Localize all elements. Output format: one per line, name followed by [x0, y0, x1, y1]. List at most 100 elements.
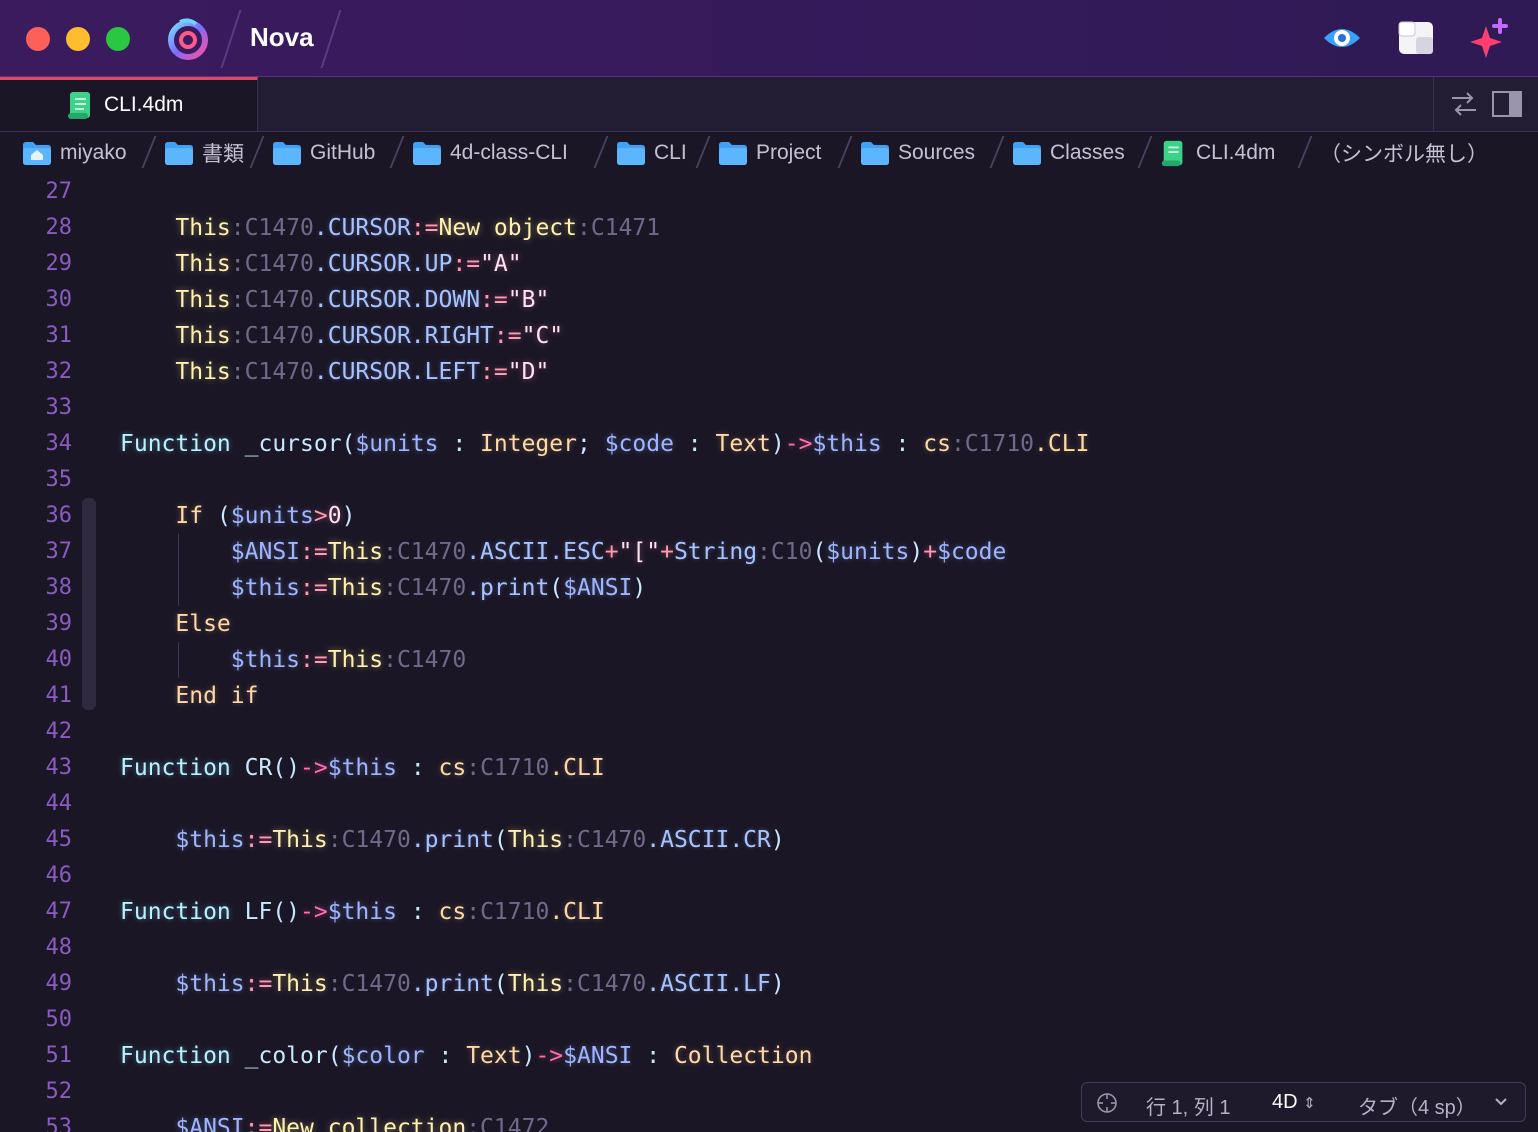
breadcrumb-item[interactable]: GitHub: [272, 139, 375, 167]
code-token: .ASCII.ESC: [466, 539, 605, 565]
minimize-window-button[interactable]: [66, 27, 90, 51]
code-line[interactable]: 48: [0, 930, 1538, 966]
code-token: :C1710: [466, 899, 550, 925]
code-line[interactable]: 38 $this:=This:C1470.print($ANSI): [0, 570, 1538, 606]
indent-label: タブ（4 sp）: [1358, 1097, 1476, 1119]
line-number: 48: [45, 935, 73, 960]
status-bar: 行 1, 列 1 4D ⇕ タブ（4 sp）: [1081, 1082, 1526, 1122]
code-line[interactable]: 37 $ANSI:=This:C1470.ASCII.ESC+"["+Strin…: [0, 534, 1538, 570]
code-token: Else: [120, 611, 231, 637]
breadcrumb-label: miyako: [60, 141, 127, 164]
code-token: $ANSI: [120, 1115, 245, 1132]
code-text: If ($units>0): [120, 498, 355, 534]
breadcrumb-label: Project: [756, 141, 822, 164]
breadcrumb-item[interactable]: Sources: [860, 139, 975, 167]
code-line[interactable]: 29 This:C1470.CURSOR.UP:="A": [0, 246, 1538, 282]
line-number: 44: [45, 791, 73, 816]
language-selector[interactable]: 4D ⇕: [1272, 1091, 1316, 1114]
breadcrumb-item[interactable]: CLI.4dm: [1160, 139, 1275, 167]
line-number: 32: [45, 359, 73, 384]
code-line[interactable]: 32 This:C1470.CURSOR.LEFT:="D": [0, 354, 1538, 390]
close-window-button[interactable]: [26, 27, 50, 51]
code-token: .ASCII.CR: [646, 827, 771, 853]
code-token: .print: [410, 827, 494, 853]
line-number: 51: [45, 1043, 73, 1068]
breadcrumb-item[interactable]: 4d-class-CLI: [412, 139, 568, 167]
code-token: Text: [466, 1043, 522, 1069]
code-line[interactable]: 34 Function _cursor($units : Integer; $co…: [0, 426, 1538, 462]
code-token: This: [327, 539, 384, 565]
code-line[interactable]: 42: [0, 714, 1538, 750]
chevron-down-icon[interactable]: [1494, 1097, 1508, 1107]
code-token: .CURSOR.LEFT: [313, 359, 481, 385]
code-line[interactable]: 43 Function CR()->$this : cs:C1710.CLI: [0, 750, 1538, 786]
code-token: $this: [120, 971, 245, 997]
code-token: :C1471: [577, 215, 661, 241]
tab-cli-4dm[interactable]: CLI.4dm: [0, 77, 258, 131]
code-line[interactable]: 44: [0, 786, 1538, 822]
code-token: Collection: [673, 1043, 813, 1069]
app-title: Nova: [250, 22, 314, 52]
indent-selector[interactable]: タブ（4 sp）: [1358, 1091, 1476, 1120]
code-line[interactable]: 36 If ($units>0): [0, 498, 1538, 534]
code-token: .print: [466, 575, 550, 601]
layout-panels-icon[interactable]: [1396, 18, 1436, 58]
code-line[interactable]: 40 $this:=This:C1470: [0, 642, 1538, 678]
line-number: 49: [45, 971, 73, 996]
code-token: .CURSOR.UP: [313, 251, 453, 277]
code-token: .CLI: [1034, 431, 1090, 457]
breadcrumb-item[interactable]: miyako: [22, 139, 127, 167]
code-token: :C1470: [230, 251, 314, 277]
code-token: $this: [812, 431, 882, 457]
code-text: $this:=This:C1470: [120, 642, 466, 678]
code-token: :C1470: [383, 575, 467, 601]
code-line[interactable]: 30 This:C1470.CURSOR.DOWN:="B": [0, 282, 1538, 318]
code-line[interactable]: 51 Function _color($color : Text)->$ANSI …: [0, 1038, 1538, 1074]
swap-arrows-icon[interactable]: [1450, 91, 1478, 117]
code-line[interactable]: 50: [0, 1002, 1538, 1038]
code-token: :: [881, 431, 924, 457]
code-token: ->: [300, 899, 328, 925]
code-line[interactable]: 45 $this:=This:C1470.print(This:C1470.AS…: [0, 822, 1538, 858]
code-token: New object: [438, 215, 577, 241]
breadcrumb-item[interactable]: Classes: [1012, 139, 1125, 167]
code-token: String: [673, 539, 758, 565]
sparkle-add-icon[interactable]: [1470, 18, 1510, 58]
breadcrumb-item[interactable]: CLI: [616, 139, 687, 167]
code-line[interactable]: 49 $this:=This:C1470.print(This:C1470.AS…: [0, 966, 1538, 1002]
breadcrumb-separator: [989, 136, 1005, 168]
code-line[interactable]: 31 This:C1470.CURSOR.RIGHT:="C": [0, 318, 1538, 354]
symbol-target-icon[interactable]: [1096, 1092, 1118, 1114]
preview-eye-icon[interactable]: [1322, 18, 1362, 58]
code-line[interactable]: 33: [0, 390, 1538, 426]
code-token: Function: [120, 1043, 231, 1069]
code-text: This:C1470.CURSOR:=New object:C1471: [120, 210, 660, 246]
cursor-position[interactable]: 行 1, 列 1: [1146, 1091, 1230, 1120]
breadcrumb-item[interactable]: Project: [718, 139, 821, 167]
zoom-window-button[interactable]: [106, 27, 130, 51]
code-line[interactable]: 46: [0, 858, 1538, 894]
line-number: 40: [45, 647, 73, 672]
code-line[interactable]: 41 End if: [0, 678, 1538, 714]
code-editor[interactable]: 27 28 This:C1470.CURSOR:=New object:C1471…: [0, 174, 1538, 1132]
code-token: :=: [452, 251, 481, 277]
breadcrumb-item[interactable]: （シンボル無し）: [1320, 139, 1488, 167]
breadcrumb-label: （シンボル無し）: [1320, 143, 1488, 166]
breadcrumb-item[interactable]: 書類: [164, 139, 244, 167]
title-separator: [220, 10, 242, 68]
code-token: This: [120, 287, 231, 313]
code-token: :C1470: [563, 971, 647, 997]
code-token: :: [673, 431, 716, 457]
code-token: :C1470: [383, 539, 467, 565]
split-view-icon[interactable]: [1492, 91, 1522, 117]
title-bar: Nova: [0, 0, 1538, 77]
code-token: _cursor(: [230, 431, 356, 457]
code-token: $units: [230, 503, 314, 529]
code-line[interactable]: 35: [0, 462, 1538, 498]
line-number: 27: [45, 179, 73, 204]
code-line[interactable]: 27: [0, 174, 1538, 210]
code-line[interactable]: 28 This:C1470.CURSOR:=New object:C1471: [0, 210, 1538, 246]
code-line[interactable]: 39 Else: [0, 606, 1538, 642]
code-line[interactable]: 47 Function LF()->$this : cs:C1710.CLI: [0, 894, 1538, 930]
breadcrumb-label: GitHub: [310, 141, 376, 164]
